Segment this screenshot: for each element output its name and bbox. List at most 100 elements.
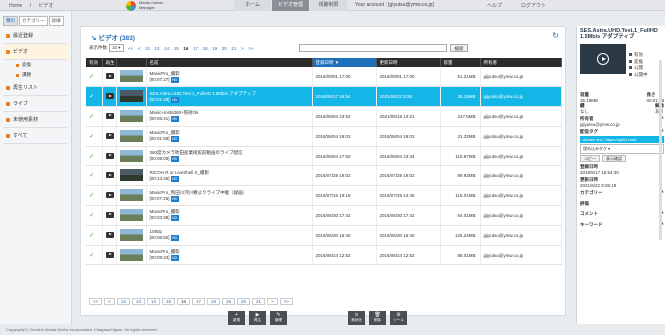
row-play-button[interactable] (102, 67, 117, 88)
table-row[interactable]: ✓ 1080p [00:06:50] HD 2018/06/30 16:40 2018/0… (86, 225, 562, 246)
page-prev[interactable]: < (104, 298, 115, 305)
help-link[interactable]: ヘルプ (487, 2, 502, 9)
enabled-check-icon[interactable]: ✓ (86, 245, 103, 266)
page-link[interactable]: 17 (191, 298, 205, 305)
nav-tab-video-management[interactable]: ビデオ管理 (272, 0, 309, 11)
breadcrumb-home[interactable]: Home (9, 3, 22, 9)
page-first[interactable]: << (89, 298, 103, 305)
page-link[interactable]: 13 (131, 298, 145, 305)
page-link[interactable]: 12 (116, 298, 130, 305)
page-link[interactable]: 17 (191, 46, 201, 51)
page-next[interactable]: > (239, 46, 246, 51)
table-row[interactable]: ✓ MavicPro_撮影 [00:07:27] HD 2018/09/01 17:00… (86, 67, 562, 88)
col-owner[interactable]: 所有者 (480, 58, 562, 67)
col-registered[interactable]: 登録日時 ▼ (312, 58, 377, 67)
row-play-button[interactable] (102, 205, 117, 226)
sidebar-item-playlist[interactable]: 再生リスト (4, 80, 67, 96)
page-link[interactable]: 15 (171, 46, 181, 51)
enabled-check-icon[interactable]: ✓ (86, 146, 103, 167)
sidebar-item-video[interactable]: ビデオ (4, 44, 67, 60)
play-circle-icon[interactable] (597, 53, 609, 65)
col-name[interactable]: 名前 (146, 58, 313, 67)
col-enabled[interactable]: 有効 (86, 58, 103, 67)
page-first[interactable]: << (126, 46, 136, 51)
page-link[interactable]: 21 (229, 46, 239, 51)
detail-scrollbar[interactable] (659, 60, 662, 240)
page-link[interactable]: 20 (237, 298, 251, 305)
enabled-check-icon[interactable]: ✓ (86, 165, 103, 187)
page-link[interactable]: 19 (222, 298, 236, 305)
row-play-button[interactable] (102, 225, 117, 246)
enabled-check-icon[interactable]: ✓ (86, 106, 103, 127)
enabled-check-icon[interactable]: ✓ (86, 225, 103, 246)
table-row[interactable]: ✓ MavicPro_撮影 [00:03:38] HD 2018/06/30 17:42… (86, 205, 562, 226)
sidebar-item-all[interactable]: すべて (4, 128, 67, 144)
embed-tag-field[interactable]: <iframe src="https://api01.med (580, 135, 664, 143)
page-prev[interactable]: < (135, 46, 142, 51)
disable-button[interactable]: ⦸ 無効化 (348, 311, 365, 325)
embed-type-select[interactable]: 埋め込みタグ ▾ (580, 144, 664, 154)
enabled-check-icon[interactable]: ✓ (86, 205, 103, 226)
page-link[interactable]: 21 (252, 298, 266, 305)
table-row[interactable]: ✓ RICOH R or LiveShell X_撮影 [00:13:46] HD 20… (86, 165, 562, 187)
nav-tab-home[interactable]: ホーム (234, 0, 271, 11)
table-row[interactable]: ✓ MavicPro_撮影 [00:09:23] HD 2018/06/24 12:52… (86, 245, 562, 266)
nav-tab-viewing-restrictions[interactable]: 視聴制限 (310, 0, 347, 11)
col-size[interactable]: 容量 (440, 58, 481, 67)
sidebar-item-unused[interactable]: 未使用素材 (4, 112, 67, 128)
table-row[interactable]: ✓ 360度カメラ吹田産業術館前動画のライブ配信 [00:08:05] HD 2018/… (86, 146, 562, 167)
page-link[interactable]: 20 (220, 46, 230, 51)
table-row[interactable]: ✓ MavicPro_熊田川河川敷よりライブ中継（録画） [00:07:26] HD 2… (86, 185, 562, 207)
row-play-button[interactable] (102, 106, 117, 127)
enabled-check-icon[interactable]: ✓ (86, 185, 103, 207)
copy-button[interactable]: コピー (580, 154, 600, 162)
table-row[interactable]: ✓ SES.Astra.UHD.Test.1_FullHD 1.5Mb/s アダプ… (86, 86, 562, 108)
preview-check-button[interactable]: 表示確認 (602, 154, 626, 162)
sidebar-item-recent[interactable]: 最近登録 (4, 28, 67, 44)
col-updated[interactable]: 更新日時 (376, 58, 441, 67)
sidebar-tab-detail[interactable]: 詳細 (48, 16, 64, 26)
enabled-check-icon[interactable]: ✓ (86, 67, 103, 88)
page-last[interactable]: >> (246, 46, 256, 51)
sidebar-subitem-convert[interactable]: 変換 (4, 60, 67, 70)
registered-cell: 2018/06/24 12:52 (312, 245, 377, 266)
page-link[interactable]: 15 (161, 298, 175, 305)
enabled-check-icon[interactable]: ✓ (86, 86, 103, 108)
page-link[interactable]: 18 (200, 46, 210, 51)
search-input[interactable] (299, 44, 447, 52)
page-link[interactable]: 13 (152, 46, 162, 51)
manage-button[interactable]: ✎ 管理 (270, 311, 287, 325)
search-button[interactable]: 検索 (450, 44, 468, 52)
tools-button[interactable]: ⚙ ツール (390, 311, 407, 325)
new-button[interactable]: + 新規 (228, 311, 245, 325)
page-link[interactable]: 19 (210, 46, 220, 51)
page-last[interactable]: >> (279, 298, 293, 305)
app-logo[interactable] (126, 1, 136, 11)
registered-cell: 2018/06/30 17:42 (312, 205, 377, 226)
logout-link[interactable]: ログアウト (521, 2, 546, 9)
page-link[interactable]: 14 (146, 298, 160, 305)
page-next[interactable]: > (267, 298, 278, 305)
sidebar-subitem-task[interactable]: 課題 (4, 70, 67, 80)
play-button[interactable]: ▶ 再生 (249, 311, 266, 325)
page-link[interactable]: 18 (207, 298, 221, 305)
page-link[interactable]: 12 (143, 46, 153, 51)
sidebar-tab-category[interactable]: カテゴリー (19, 16, 48, 26)
row-play-button[interactable] (102, 86, 117, 108)
refresh-icon[interactable]: ↻ (552, 31, 559, 40)
table-row[interactable]: ✓ Mavic+Insta360+照射Ok [00:06:41] HD 2018/08/… (86, 106, 562, 127)
sidebar-tab-type[interactable]: 種別 (3, 16, 18, 26)
col-play[interactable]: 再生 (102, 58, 117, 67)
video-preview[interactable] (580, 44, 626, 74)
row-play-button[interactable] (102, 126, 117, 147)
table-row[interactable]: ✓ MavicPro_撮影 [00:01:58] HD 2018/08/04 18:03… (86, 126, 562, 147)
delete-button[interactable]: 🗑 削除 (369, 311, 386, 325)
row-play-button[interactable] (102, 146, 117, 167)
page-link[interactable]: 14 (162, 46, 172, 51)
sidebar-item-live[interactable]: ライブ (4, 96, 67, 112)
enabled-check-icon[interactable]: ✓ (86, 126, 103, 147)
row-play-button[interactable] (102, 245, 117, 266)
row-play-button[interactable] (102, 185, 117, 207)
row-play-button[interactable] (102, 165, 117, 187)
page-size-select[interactable]: 10 ▾ (109, 44, 124, 52)
